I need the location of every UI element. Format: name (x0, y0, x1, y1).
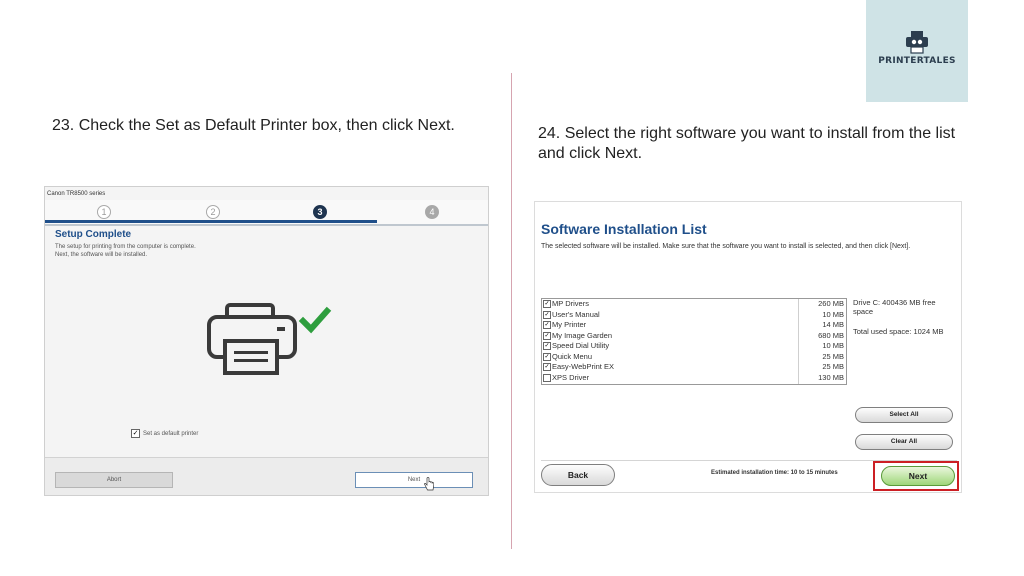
list-item[interactable]: XPS Driver 130 MB (542, 373, 846, 384)
software-name: My Image Garden (552, 330, 613, 340)
hand-cursor-icon (424, 477, 434, 491)
software-name: My Printer (552, 320, 587, 329)
setup-desc-line-2: Next, the software will be installed. (55, 252, 148, 258)
step-progress-line (45, 220, 377, 223)
checkbox[interactable]: ✓ (543, 363, 551, 372)
list-item[interactable]: ✓ My Image Garden 680 MB (542, 331, 846, 342)
software-name: Easy-WebPrint EX (552, 362, 614, 371)
software-name: User's Manual (552, 309, 600, 319)
software-installation-dialog: Software Installation List The selected … (534, 201, 962, 493)
list-item[interactable]: ✓ User's Manual 10 MB (542, 310, 846, 321)
software-list-description: The selected software will be installed.… (541, 243, 911, 250)
software-size: 680 MB (818, 330, 844, 340)
list-item[interactable]: ✓ Easy-WebPrint EX 25 MB (542, 362, 846, 373)
software-size: 25 MB (822, 362, 844, 371)
software-size: 14 MB (822, 320, 844, 329)
software-name: MP Drivers (552, 299, 589, 308)
software-list: ✓ MP Drivers 260 MB ✓ User's Manual 10 MB ✓ M… (541, 298, 847, 385)
disk-space-info: Drive C: 400436 MB free space Total used… (853, 298, 957, 347)
list-item[interactable]: ✓ Speed Dial Utility 10 MB (542, 341, 846, 352)
software-size: 10 MB (822, 341, 844, 350)
checkbox[interactable] (543, 373, 551, 382)
default-printer-checkbox[interactable]: ✓ (131, 429, 140, 438)
software-name: XPS Driver (552, 372, 590, 382)
list-item[interactable]: ✓ My Printer 14 MB (542, 320, 846, 331)
logo-text: PRINTERTALES (878, 56, 956, 66)
list-item[interactable]: ✓ MP Drivers 260 MB (542, 299, 846, 310)
back-button[interactable]: Back (541, 464, 615, 486)
checkbox[interactable]: ✓ (543, 331, 551, 340)
step-4-indicator: 4 (425, 205, 439, 219)
window-title: Canon TR8500 series (47, 191, 106, 197)
setup-complete-heading: Setup Complete (55, 229, 132, 240)
checkbox[interactable]: ✓ (543, 310, 551, 319)
software-size: 260 MB (818, 299, 844, 308)
next-button-label: Next (407, 477, 421, 483)
total-used-space: Total used space: 1024 MB (853, 327, 944, 336)
abort-button[interactable]: Abort (55, 472, 173, 488)
setup-complete-dialog: Canon TR8500 series 1 2 3 4 Setup Comple… (44, 186, 489, 496)
step-2-indicator: 2 (206, 205, 220, 219)
drive-free-space: Drive C: 400436 MB free space (853, 298, 936, 316)
step-3-indicator: 3 (313, 205, 327, 219)
checkbox[interactable]: ✓ (543, 321, 551, 330)
setup-description: The setup for printing from the computer… (55, 243, 196, 259)
checkbox[interactable]: ✓ (543, 342, 551, 351)
dialog-footer: Abort Next (45, 457, 488, 495)
software-list-title: Software Installation List (541, 221, 707, 237)
next-button[interactable]: Next (355, 472, 473, 491)
printertales-logo: PRINTERTALES (866, 0, 968, 102)
setup-desc-line-1: The setup for printing from the computer… (55, 244, 196, 250)
estimated-install-time: Estimated installation time: 10 to 15 mi… (711, 470, 838, 476)
software-size: 10 MB (822, 309, 844, 319)
step-24-instruction: 24. Select the right software you want t… (538, 125, 956, 162)
next-button[interactable]: Next (881, 466, 955, 486)
software-name: Quick Menu (552, 351, 593, 361)
software-size: 25 MB (822, 351, 844, 361)
select-all-button[interactable]: Select All (855, 407, 953, 423)
checkbox[interactable]: ✓ (543, 352, 551, 361)
step-23-instruction: 23. Check the Set as Default Printer box… (52, 117, 455, 134)
center-divider (511, 73, 512, 549)
step-1-indicator: 1 (97, 205, 111, 219)
list-item[interactable]: ✓ Quick Menu 25 MB (542, 352, 846, 363)
printer-logo-icon (906, 31, 928, 54)
default-printer-option[interactable]: ✓ Set as default printer (131, 429, 198, 438)
checkbox[interactable]: ✓ (543, 300, 551, 309)
printer-complete-icon (207, 303, 332, 375)
clear-all-button[interactable]: Clear All (855, 434, 953, 450)
software-size: 130 MB (818, 372, 844, 382)
default-printer-label: Set as default printer (143, 431, 199, 438)
software-name: Speed Dial Utility (552, 341, 610, 350)
